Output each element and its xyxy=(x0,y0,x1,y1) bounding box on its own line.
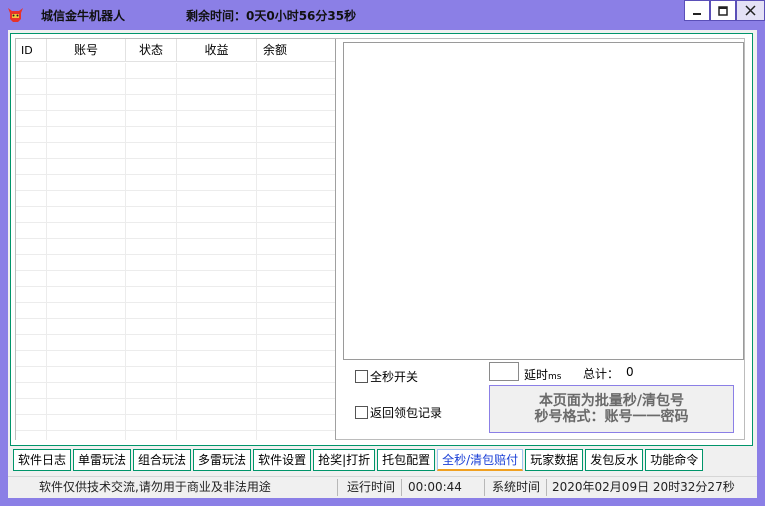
tab-software-settings[interactable]: 软件设置 xyxy=(253,449,312,471)
total-label: 总计： xyxy=(583,367,620,381)
tab-grab-discount[interactable]: 抢奖|打折 xyxy=(313,449,376,471)
all-seconds-checkbox[interactable]: 全秒开关 xyxy=(355,368,418,385)
return-record-checkbox[interactable]: 返回领包记录 xyxy=(355,404,442,421)
format-hint-box: 本页面为批量秒/清包号 秒号格式：账号一一密码 xyxy=(489,385,734,433)
tab-software-log[interactable]: 软件日志 xyxy=(13,449,72,471)
total-value: 0 xyxy=(626,365,634,379)
checkbox-label: 全秒开关 xyxy=(370,370,419,384)
column-header-income[interactable]: 收益 xyxy=(177,39,257,62)
table-body[interactable] xyxy=(16,63,335,440)
minimize-icon xyxy=(693,12,701,15)
status-divider xyxy=(401,479,402,496)
tab-multi-mine[interactable]: 多雷玩法 xyxy=(193,449,252,471)
tab-function-commands[interactable]: 功能命令 xyxy=(645,449,704,471)
column-header-status[interactable]: 状态 xyxy=(126,39,177,62)
checkbox-box[interactable] xyxy=(355,406,368,419)
status-divider xyxy=(484,479,485,496)
systime-value: 2020年02月09日 20时32分27秒 xyxy=(552,480,735,494)
tab-single-mine[interactable]: 单雷玩法 xyxy=(73,449,132,471)
account-table[interactable]: ID 账号 状态 收益 余额 xyxy=(16,39,336,440)
tab-bot-config[interactable]: 托包配置 xyxy=(377,449,436,471)
systime-label: 系统时间 xyxy=(492,480,541,494)
minimize-button[interactable] xyxy=(684,0,710,21)
delay-label-text: 延时 xyxy=(524,368,549,382)
remaining-time: 剩余时间：0天0小时56分35秒 xyxy=(186,9,357,23)
close-icon xyxy=(745,5,756,16)
tab-page-frame: ID 账号 状态 收益 余额 全秒开关 返回领包记录 延时ms 总计： 0 本页… xyxy=(10,33,753,446)
tab-combo-play[interactable]: 组合玩法 xyxy=(133,449,192,471)
tab-player-data[interactable]: 玩家数据 xyxy=(525,449,584,471)
client-area: ID 账号 状态 收益 余额 全秒开关 返回领包记录 延时ms 总计： 0 本页… xyxy=(8,30,757,498)
hint-line-2: 秒号格式：账号一一密码 xyxy=(534,409,689,425)
runtime-label: 运行时间 xyxy=(347,480,396,494)
delay-input[interactable] xyxy=(489,362,519,381)
maximize-icon xyxy=(718,5,728,16)
status-bar: 软件仅供技术交流,请勿用于商业及非法用途 运行时间 00:00:44 系统时间 … xyxy=(8,476,757,498)
title-bar[interactable]: 城信金牛机器人 剩余时间：0天0小时56分35秒 xyxy=(0,0,765,30)
column-header-balance[interactable]: 余额 xyxy=(257,39,335,62)
usage-notice: 软件仅供技术交流,请勿用于商业及非法用途 xyxy=(39,480,271,494)
delay-label: 延时ms xyxy=(524,366,561,383)
column-header-id[interactable]: ID xyxy=(16,39,47,62)
status-divider xyxy=(546,479,547,496)
close-button[interactable] xyxy=(736,0,765,21)
column-header-account[interactable]: 账号 xyxy=(47,39,126,62)
bull-logo-icon xyxy=(8,8,23,22)
tab-clear-payout[interactable]: 全秒/清包赔付 xyxy=(437,449,524,471)
hint-line-1: 本页面为批量秒/清包号 xyxy=(538,393,685,409)
checkbox-label: 返回领包记录 xyxy=(370,406,443,420)
status-divider xyxy=(337,479,338,496)
checkbox-box[interactable] xyxy=(355,370,368,383)
log-textarea[interactable] xyxy=(343,42,744,360)
tab-strip: 软件日志 单雷玩法 组合玩法 多雷玩法 软件设置 抢奖|打折 托包配置 全秒/清… xyxy=(13,449,705,471)
table-header: ID 账号 状态 收益 余额 xyxy=(16,39,335,62)
runtime-value: 00:00:44 xyxy=(408,480,462,494)
maximize-button[interactable] xyxy=(710,0,736,21)
app-window: 城信金牛机器人 剩余时间：0天0小时56分35秒 ID 账号 状态 收益 余额 xyxy=(0,0,765,506)
tab-packet-rebate[interactable]: 发包反水 xyxy=(585,449,644,471)
delay-unit: ms xyxy=(548,372,562,382)
window-title: 城信金牛机器人 xyxy=(41,9,126,23)
